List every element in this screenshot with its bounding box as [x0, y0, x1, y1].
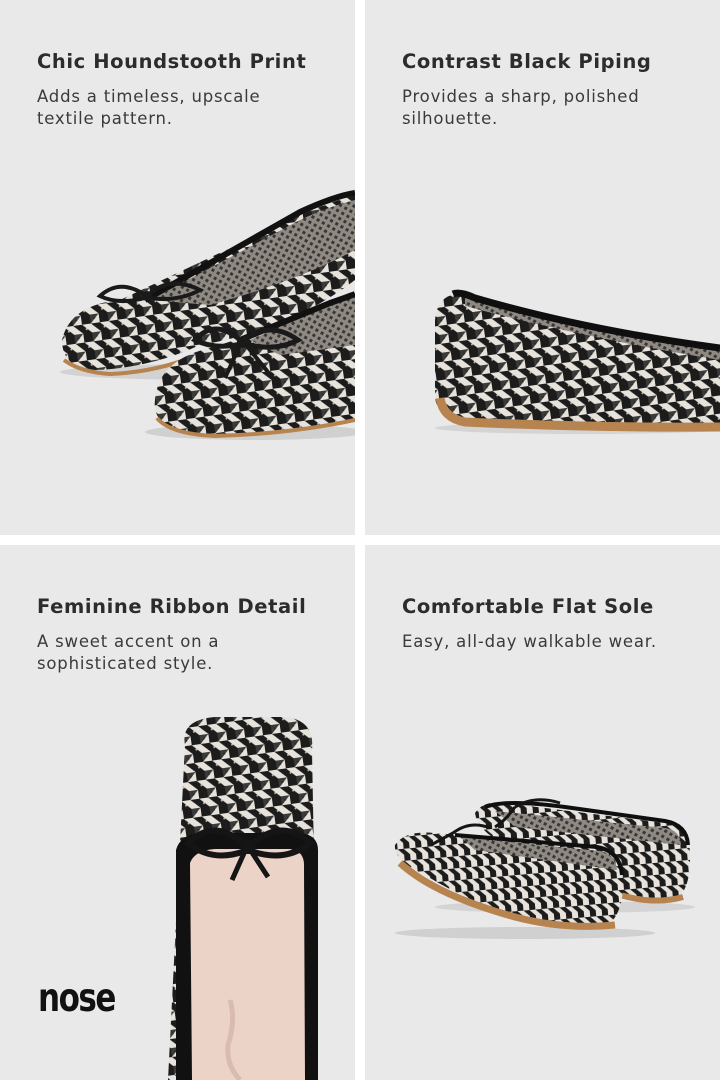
shoe-pair-angle-image	[394, 798, 695, 939]
feature-panel-sole: Comfortable Flat Sole Easy, all-day walk…	[365, 545, 720, 1080]
feature-panel-houndstooth: Chic Houndstooth Print Adds a timeless, …	[0, 0, 355, 535]
shoe-pair-closeup-image	[60, 190, 355, 440]
feature-panel-piping: Contrast Black Piping Provides a sharp, …	[365, 0, 720, 535]
brand-logo: nose	[38, 976, 116, 1021]
shoe-heel-side-image	[435, 289, 720, 434]
